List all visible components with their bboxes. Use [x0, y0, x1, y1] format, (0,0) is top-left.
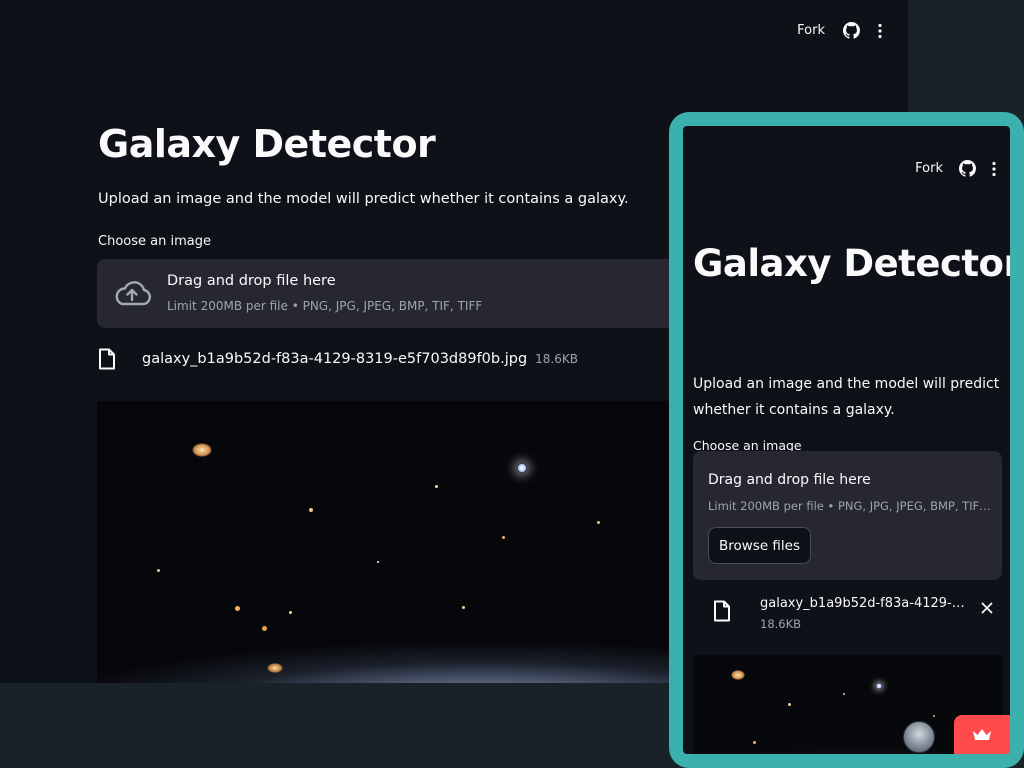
- file-icon: [713, 600, 731, 622]
- kebab-menu-icon[interactable]: [992, 161, 996, 177]
- page-title: Galaxy Detector: [98, 122, 436, 166]
- github-icon[interactable]: [959, 160, 976, 177]
- uploaded-file-row: galaxy_b1a9b52d-f83a-4129-8319-e5f703d89…: [713, 596, 993, 636]
- file-dropzone[interactable]: Drag and drop file here Limit 200MB per …: [97, 259, 737, 328]
- fork-link[interactable]: Fork: [797, 23, 825, 38]
- uploaded-file-size: 18.6KB: [535, 352, 578, 366]
- dropzone-limit-text: Limit 200MB per file • PNG, JPG, JPEG, B…: [167, 299, 483, 313]
- page-title: Galaxy Detector: [693, 242, 1010, 285]
- galaxy-image: [97, 401, 737, 683]
- uploaded-file-row: galaxy_b1a9b52d-f83a-4129-8319-e5f703d89…: [98, 345, 578, 373]
- streamlit-crown-button[interactable]: [954, 715, 1010, 754]
- uploaded-file-size: 18.6KB: [760, 617, 802, 631]
- kebab-menu-icon[interactable]: [878, 23, 882, 39]
- dropzone-title: Drag and drop file here: [167, 273, 336, 289]
- uploader-label: Choose an image: [98, 234, 211, 249]
- mobile-toolbar: Fork: [915, 160, 996, 177]
- dropzone-title: Drag and drop file here: [708, 472, 871, 488]
- browse-files-button[interactable]: Browse files: [708, 527, 811, 564]
- remove-file-close-icon[interactable]: [981, 602, 993, 614]
- app-description: Upload an image and the model will predi…: [693, 376, 1000, 418]
- fork-link[interactable]: Fork: [915, 161, 943, 176]
- uploaded-file-name: galaxy_b1a9b52d-f83a-4129-8319-e5f703d89…: [142, 351, 528, 367]
- user-avatar[interactable]: [903, 721, 935, 753]
- crown-icon: [972, 728, 992, 742]
- mobile-app-window: Fork Galaxy Detector Upload an image and…: [683, 126, 1010, 754]
- uploaded-file-name: galaxy_b1a9b52d-f83a-4129-8319-e5f703d89…: [760, 596, 970, 611]
- cloud-upload-icon: [113, 279, 151, 307]
- file-dropzone[interactable]: Drag and drop file here Limit 200MB per …: [693, 451, 1002, 580]
- github-icon[interactable]: [843, 22, 860, 39]
- mobile-preview-frame: Fork Galaxy Detector Upload an image and…: [669, 112, 1024, 768]
- file-icon: [98, 348, 116, 370]
- desktop-toolbar: Fork: [797, 22, 882, 39]
- dropzone-limit-text: Limit 200MB per file • PNG, JPG, JPEG, B…: [708, 499, 993, 513]
- app-description: Upload an image and the model will predi…: [98, 191, 629, 207]
